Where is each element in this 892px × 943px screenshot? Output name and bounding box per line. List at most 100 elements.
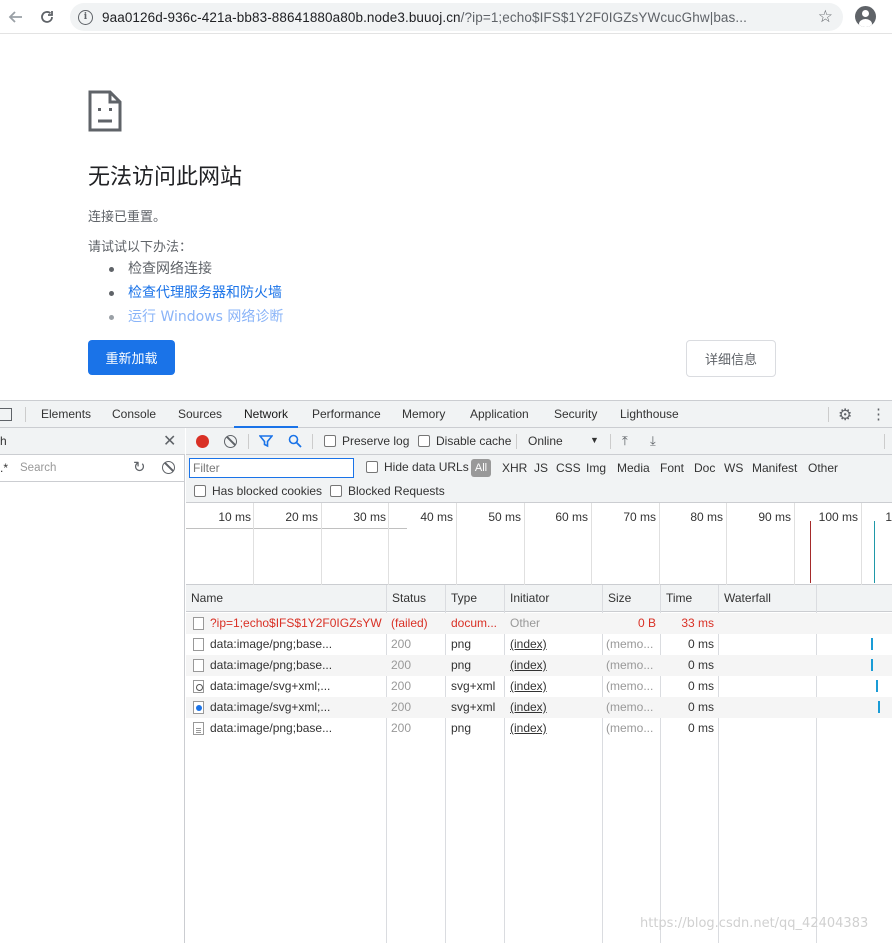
tab-lighthouse[interactable]: Lighthouse	[620, 401, 679, 428]
tab-network[interactable]: Network	[234, 401, 299, 428]
address-bar[interactable]: i 9aa0126d-936c-421a-bb83-88641880a80b.n…	[70, 3, 843, 31]
more-options-icon[interactable]: ⋮	[871, 405, 886, 423]
dropdown-arrow-icon: ▼	[590, 435, 599, 445]
tab-console[interactable]: Console	[112, 401, 156, 428]
request-initiator[interactable]: (index)	[510, 679, 600, 693]
reload-icon[interactable]	[34, 4, 60, 30]
type-filter-css[interactable]: CSS	[556, 461, 581, 475]
request-initiator[interactable]: (index)	[510, 637, 600, 651]
tick-label: 70 ms	[623, 510, 656, 524]
toolbar-divider	[610, 434, 611, 449]
type-filter-ws[interactable]: WS	[724, 461, 743, 475]
table-row[interactable]: ?ip=1;echo$IFS$1Y2F0IGZsYWcucGhw... (fail…	[186, 613, 892, 634]
column-header-name[interactable]: Name	[186, 585, 387, 612]
tab-application[interactable]: Application	[470, 401, 529, 428]
type-filter-font[interactable]: Font	[660, 461, 684, 475]
request-status: 200	[391, 658, 412, 672]
search-icon[interactable]	[288, 434, 302, 448]
account-icon[interactable]	[855, 6, 876, 27]
type-filter-js[interactable]: JS	[534, 461, 548, 475]
request-name[interactable]: data:image/svg+xml;...	[210, 700, 382, 714]
column-header-time[interactable]: Time	[661, 585, 719, 612]
throttling-select[interactable]: Online	[528, 434, 563, 448]
request-name[interactable]: data:image/png;base...	[210, 658, 382, 672]
request-name[interactable]: data:image/svg+xml;...	[210, 679, 382, 693]
suggestion-windows-diagnostics-link[interactable]: 运行 Windows 网络诊断	[108, 307, 283, 331]
error-subtitle: 连接已重置。	[88, 210, 167, 225]
type-filter-media[interactable]: Media	[617, 461, 650, 475]
gear-icon[interactable]: ⚙	[838, 405, 852, 425]
request-initiator: Other	[510, 616, 541, 630]
column-header-size[interactable]: Size	[603, 585, 661, 612]
disable-cache-checkbox[interactable]	[418, 435, 430, 447]
blocked-cookies-checkbox[interactable]	[194, 485, 206, 497]
type-filter-manifest[interactable]: Manifest	[752, 461, 797, 475]
type-filter-other[interactable]: Other	[808, 461, 838, 475]
refresh-icon[interactable]: ↻	[133, 458, 146, 476]
tab-memory[interactable]: Memory	[402, 401, 445, 428]
reload-button[interactable]: 重新加载	[88, 340, 175, 375]
overview-gridline	[321, 503, 322, 585]
back-arrow-icon[interactable]	[3, 4, 29, 30]
request-time: 33 ms	[681, 616, 714, 630]
filter-input[interactable]: Filter	[189, 458, 354, 478]
column-header-waterfall[interactable]: Waterfall	[719, 585, 892, 612]
toolbar-divider	[312, 434, 313, 449]
error-title: 无法访问此网站	[88, 165, 243, 190]
dock-icon[interactable]	[0, 408, 12, 421]
devtools-panel: Elements Console Sources Network Perform…	[0, 400, 892, 943]
type-filter-xhr[interactable]: XHR	[502, 461, 527, 475]
search-input[interactable]: Search	[17, 459, 127, 478]
hide-data-urls-label: Hide data URLs	[384, 460, 469, 474]
request-size: (memo...	[606, 679, 654, 693]
table-row[interactable]: data:image/svg+xml;... 200 svg+xml (index) (…	[186, 676, 892, 697]
hide-data-urls-checkbox[interactable]	[366, 461, 378, 473]
request-time: 0 ms	[687, 658, 714, 672]
url-text: 9aa0126d-936c-421a-bb83-88641880a80b.nod…	[102, 9, 747, 25]
request-type: png	[451, 637, 472, 651]
suggestion-check-proxy-link[interactable]: 检查代理服务器和防火墙	[108, 283, 283, 307]
table-row[interactable]: data:image/png;base... 200 png (index) (memo…	[186, 655, 892, 676]
sad-page-icon	[88, 90, 122, 132]
request-name[interactable]: data:image/png;base...	[210, 721, 382, 735]
tick-label: 20 ms	[285, 510, 318, 524]
type-filter-all[interactable]: All	[471, 459, 491, 477]
request-initiator[interactable]: (index)	[510, 700, 600, 714]
type-filter-img[interactable]: Img	[586, 461, 606, 475]
table-row[interactable]: data:image/png;base... 200 png (index) (memo…	[186, 718, 892, 739]
info-icon[interactable]: i	[78, 9, 93, 25]
import-har-icon[interactable]: ⤒	[622, 433, 628, 449]
filter-funnel-icon[interactable]	[259, 434, 273, 448]
request-size: (memo...	[606, 658, 654, 672]
regex-toggle[interactable]: .*	[0, 461, 8, 475]
error-try-label: 请试试以下办法：	[88, 240, 193, 255]
toolbar-divider	[884, 434, 885, 449]
tab-sources[interactable]: Sources	[178, 401, 222, 428]
blocked-requests-checkbox[interactable]	[330, 485, 342, 497]
details-button[interactable]: 详细信息	[686, 340, 776, 377]
export-har-icon[interactable]: ⤓	[650, 433, 656, 449]
record-icon[interactable]	[196, 435, 209, 448]
bookmark-star-icon[interactable]: ☆	[818, 7, 833, 27]
clear-icon[interactable]	[162, 461, 175, 474]
network-overview: 10 ms 20 ms 30 ms 40 ms 50 ms 60 ms 70 m…	[186, 503, 892, 585]
request-type: svg+xml	[451, 700, 496, 714]
tab-elements[interactable]: Elements	[41, 401, 91, 428]
request-name[interactable]: ?ip=1;echo$IFS$1Y2F0IGZsYWcucGhw...	[210, 616, 382, 630]
request-initiator[interactable]: (index)	[510, 658, 600, 672]
column-header-initiator[interactable]: Initiator	[505, 585, 603, 612]
close-icon[interactable]: ✕	[163, 431, 176, 451]
network-toolbar: Preserve log Disable cache Online ▼ ⤒ ⤓	[186, 428, 892, 455]
tab-performance[interactable]: Performance	[312, 401, 381, 428]
column-header-status[interactable]: Status	[387, 585, 446, 612]
clear-log-icon[interactable]	[224, 435, 237, 448]
preserve-log-checkbox[interactable]	[324, 435, 336, 447]
table-row[interactable]: data:image/png;base... 200 png (index) (memo…	[186, 634, 892, 655]
request-size: 0 B	[637, 616, 656, 630]
table-row[interactable]: data:image/svg+xml;... 200 svg+xml (index) (…	[186, 697, 892, 718]
request-initiator[interactable]: (index)	[510, 721, 600, 735]
request-name[interactable]: data:image/png;base...	[210, 637, 382, 651]
type-filter-doc[interactable]: Doc	[694, 461, 715, 475]
tab-security[interactable]: Security	[554, 401, 597, 428]
column-header-type[interactable]: Type	[446, 585, 505, 612]
